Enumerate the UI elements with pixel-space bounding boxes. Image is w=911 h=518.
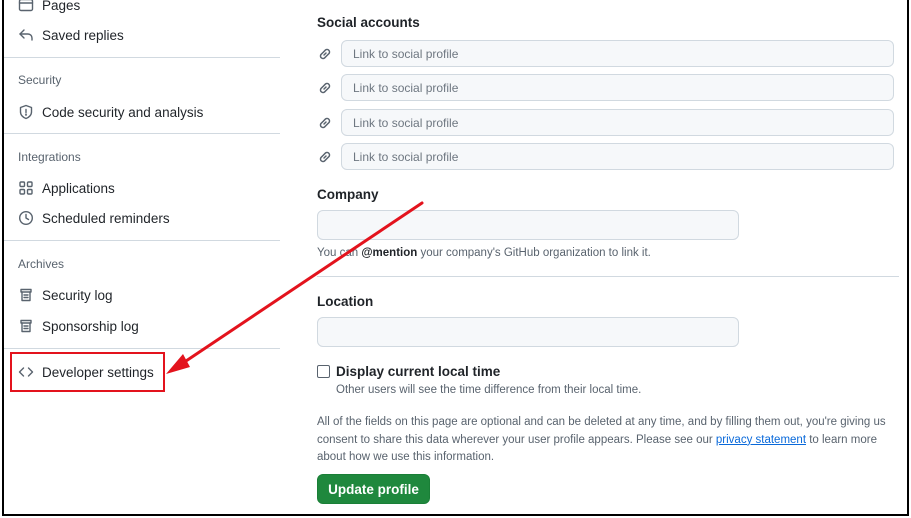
log-icon bbox=[20, 288, 32, 302]
social-profile-input-3[interactable] bbox=[341, 109, 894, 136]
sidebar-item-label: Scheduled reminders bbox=[42, 210, 170, 226]
highlight-box bbox=[10, 352, 165, 392]
local-time-note: Other users will see the time difference… bbox=[336, 384, 642, 396]
sidebar-item-code-security[interactable]: Code security and analysis bbox=[18, 104, 203, 120]
shield-icon bbox=[19, 104, 33, 120]
company-note: You can @mention your company's GitHub o… bbox=[317, 247, 651, 259]
sidebar-item-pages[interactable]: Pages bbox=[18, 0, 80, 13]
social-link-row bbox=[317, 40, 894, 67]
company-note-suffix: your company's GitHub organization to li… bbox=[417, 247, 651, 259]
link-icon bbox=[319, 151, 331, 162]
social-profile-input-2[interactable] bbox=[341, 74, 894, 101]
clock-icon bbox=[18, 210, 34, 226]
sidebar-divider bbox=[4, 240, 280, 241]
sidebar-item-sponsorship-log[interactable]: Sponsorship log bbox=[18, 318, 139, 334]
section-heading-security: Security bbox=[18, 73, 62, 87]
link-icon bbox=[319, 117, 331, 128]
sidebar-item-label: Pages bbox=[42, 0, 81, 13]
social-profile-input-4[interactable] bbox=[341, 143, 894, 170]
sidebar-item-applications[interactable]: Applications bbox=[18, 180, 115, 196]
social-link-row bbox=[317, 109, 894, 136]
sidebar-item-label: Applications bbox=[42, 180, 115, 196]
social-profile-input-1[interactable] bbox=[341, 40, 894, 67]
link-icon bbox=[319, 82, 331, 93]
company-input[interactable] bbox=[317, 210, 739, 240]
privacy-statement-link[interactable]: privacy statement bbox=[716, 434, 806, 446]
company-note-prefix: You can bbox=[317, 247, 362, 259]
sidebar-item-security-log[interactable]: Security log bbox=[18, 287, 113, 303]
update-profile-button[interactable]: Update profile bbox=[317, 474, 430, 504]
privacy-paragraph: All of the fields on this page are optio… bbox=[317, 414, 892, 467]
section-heading-integrations: Integrations bbox=[18, 150, 81, 164]
location-input[interactable] bbox=[317, 317, 739, 347]
sidebar-item-label: Security log bbox=[42, 287, 113, 303]
sidebar-item-label: Saved replies bbox=[42, 27, 124, 43]
company-heading: Company bbox=[317, 187, 379, 202]
settings-sidebar: Pages Saved replies Security Code securi… bbox=[4, 0, 280, 516]
sidebar-item-label: Sponsorship log bbox=[42, 318, 139, 334]
section-heading-archives: Archives bbox=[18, 257, 65, 271]
local-time-label[interactable]: Display current local time bbox=[336, 364, 500, 379]
social-link-row bbox=[317, 74, 894, 101]
log-icon bbox=[20, 319, 32, 333]
sidebar-item-saved-replies[interactable]: Saved replies bbox=[18, 27, 124, 43]
social-accounts-heading: Social accounts bbox=[317, 15, 420, 30]
social-link-row bbox=[317, 143, 894, 170]
browser-icon bbox=[18, 0, 34, 12]
sidebar-divider bbox=[4, 348, 280, 349]
sidebar-item-scheduled-reminders[interactable]: Scheduled reminders bbox=[18, 210, 170, 226]
local-time-checkbox[interactable] bbox=[317, 365, 330, 378]
location-heading: Location bbox=[317, 294, 374, 309]
sidebar-divider bbox=[4, 57, 280, 58]
company-note-mention: @mention bbox=[361, 247, 418, 259]
apps-icon bbox=[19, 181, 33, 195]
link-icon bbox=[319, 48, 331, 59]
reply-icon bbox=[19, 29, 33, 41]
sidebar-item-label: Code security and analysis bbox=[42, 104, 204, 120]
form-divider bbox=[317, 276, 899, 277]
sidebar-divider bbox=[4, 133, 280, 134]
